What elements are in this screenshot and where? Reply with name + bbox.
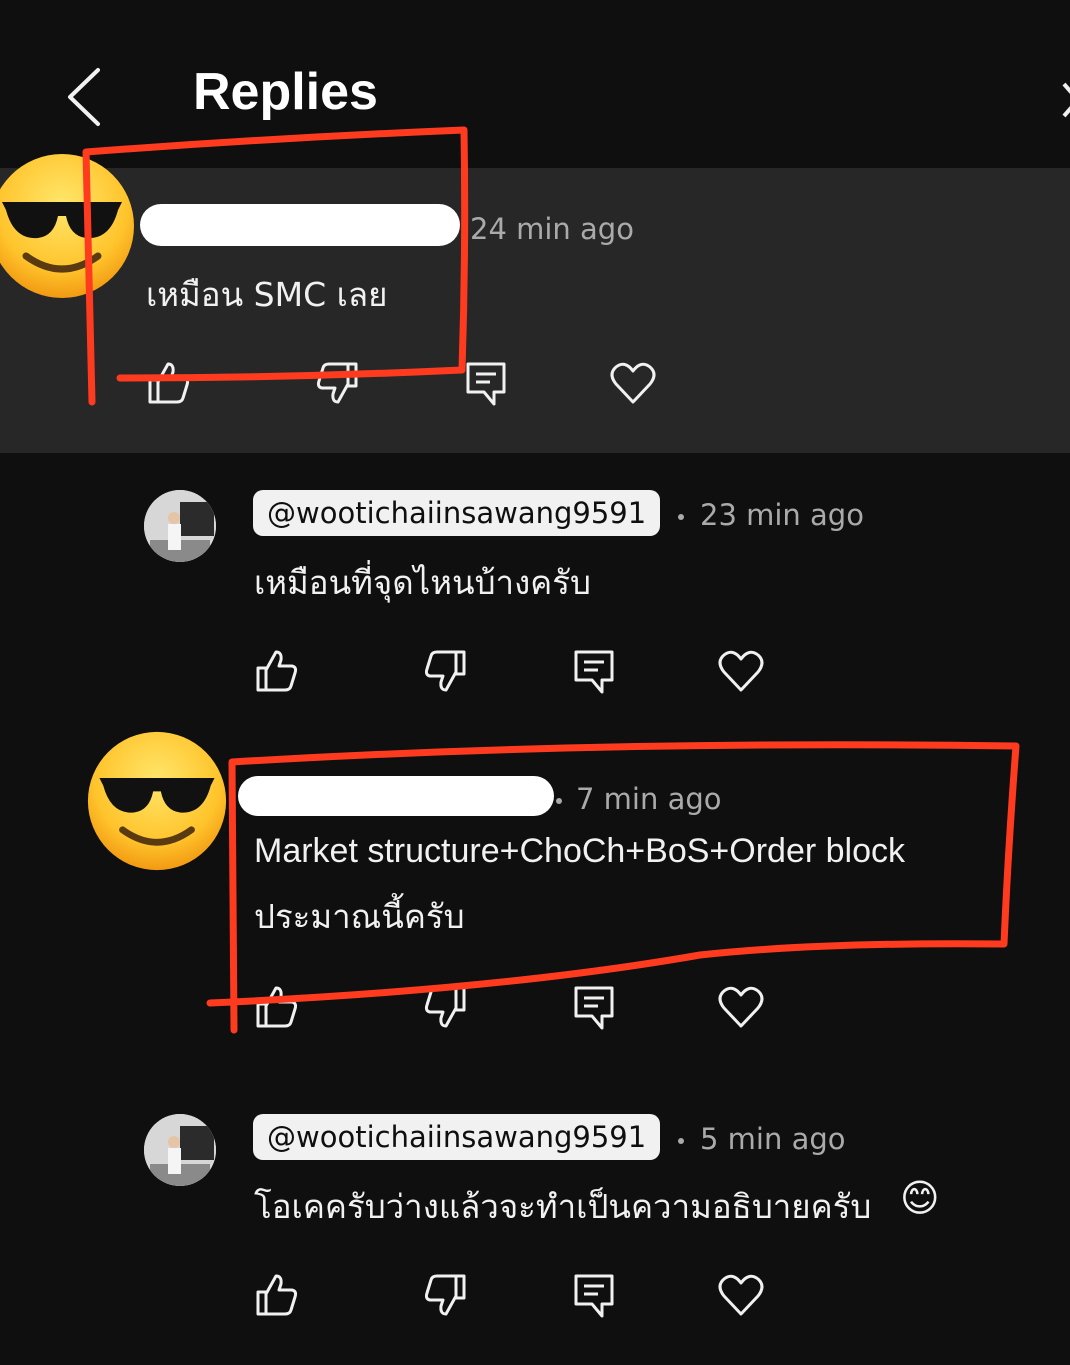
comment-text: Market structure+ChoCh+BoS+Order block [254,832,906,870]
dislike-icon[interactable] [422,984,468,1030]
dislike-icon[interactable] [314,360,360,406]
close-icon[interactable] [1058,76,1070,120]
reply-icon[interactable] [464,360,510,406]
separator-dot [678,514,684,520]
like-icon[interactable] [146,360,192,406]
sunglasses-emoji-avatar[interactable] [86,730,228,872]
separator-dot [556,798,562,804]
redacted-username [238,776,554,816]
comment-text: โอเคครับว่างแล้วจะทำเป็นความอธิบายครับ [254,1187,872,1226]
comment-text: ประมาณนี้ครับ [254,897,465,936]
dislike-icon[interactable] [422,648,468,694]
separator-dot [678,1138,684,1144]
page-title: Replies [193,63,378,121]
reply-icon[interactable] [572,648,618,694]
comment-text: เหมือน SMC เลย [146,275,388,314]
comment-timestamp: 5 min ago [700,1122,846,1156]
profile-photo-avatar[interactable] [144,490,216,562]
back-chevron-icon[interactable] [60,66,108,128]
author-handle-chip[interactable]: @wootichaiinsawang9591 [253,1114,661,1160]
replies-header: Replies [0,0,1070,169]
like-icon[interactable] [254,648,300,694]
comment-timestamp: 7 min ago [576,782,722,816]
profile-photo-avatar[interactable] [144,1114,216,1186]
like-icon[interactable] [254,984,300,1030]
author-handle-chip[interactable]: @wootichaiinsawang9591 [253,490,661,536]
reply-icon[interactable] [572,1272,618,1318]
comment-text: เหมือนที่จุดไหนบ้างครับ [254,563,591,602]
reply-icon[interactable] [572,984,618,1030]
heart-icon[interactable] [718,1272,764,1318]
heart-icon[interactable] [718,648,764,694]
like-icon[interactable] [254,1272,300,1318]
dislike-icon[interactable] [422,1272,468,1318]
comment-timestamp: 23 min ago [700,498,864,532]
comment-timestamp: 24 min ago [470,212,634,246]
smiling-emoji: 😊 [900,1176,940,1220]
redacted-username [140,204,460,246]
heart-icon[interactable] [718,984,764,1030]
heart-icon[interactable] [610,360,656,406]
